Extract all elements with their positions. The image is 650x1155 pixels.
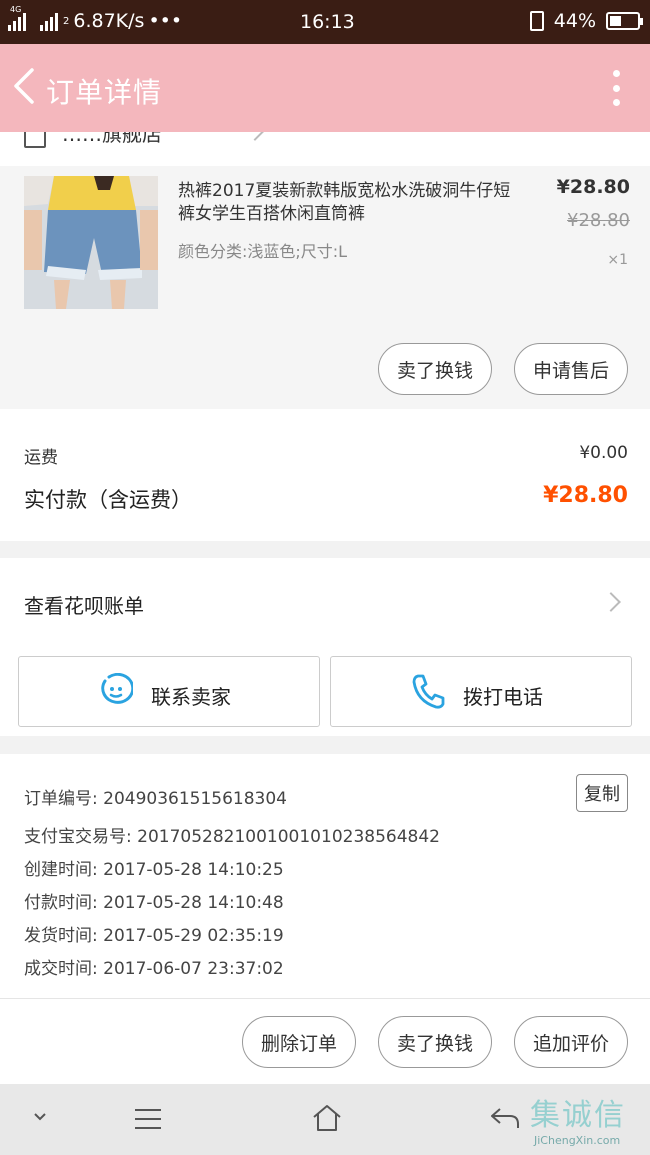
vibrate-icon	[529, 11, 544, 31]
shipping-label: 运费	[24, 448, 58, 468]
shop-row[interactable]: ……旗舰店	[0, 132, 650, 166]
watermark-url: JiChengXin.com	[534, 1134, 621, 1147]
sim-indicator: 2	[63, 15, 70, 27]
chevron-right-icon	[601, 592, 621, 612]
clock: 16:13	[300, 11, 355, 33]
copy-button[interactable]: 复制	[576, 774, 628, 812]
product-price: ¥28.80	[556, 176, 630, 198]
menu-icon[interactable]	[132, 1106, 164, 1132]
page-title: 订单详情	[46, 76, 163, 109]
call-button[interactable]: 拨打电话	[330, 656, 632, 727]
product-title: 热裤2017夏装新款韩版宽松水洗破洞牛仔短裤女学生百搭休闲直筒裤	[178, 181, 511, 224]
completed-time: 成交时间: 2017-06-07 23:37:02	[24, 959, 284, 979]
shipping-value: ¥0.00	[579, 443, 628, 463]
shop-name: ……旗舰店	[62, 132, 162, 146]
fee-section: 运费 ¥0.00 实付款（含运费） ¥28.80	[0, 409, 650, 541]
resell-button-bottom[interactable]: 卖了换钱	[378, 1016, 492, 1068]
order-number: 订单编号: 20490361515618304	[24, 789, 288, 809]
signal-icon: 4G	[8, 5, 26, 31]
created-time: 创建时间: 2017-05-28 14:10:25	[24, 860, 284, 880]
status-right: 44%	[529, 10, 643, 32]
order-info: 订单编号: 20490361515618304 支付宝交易号: 20170528…	[0, 754, 650, 998]
battery-percent: 44%	[553, 10, 596, 32]
bottom-actions: 删除订单 卖了换钱 追加评价	[0, 998, 650, 1084]
watermark-logo: 集诚信 JiChengXin.com	[530, 1090, 646, 1150]
chevron-down-icon[interactable]	[30, 1110, 50, 1124]
watermark-text: 集诚信	[530, 1098, 626, 1133]
battery-icon	[606, 12, 643, 30]
more-icon[interactable]	[612, 70, 620, 106]
paid-time: 付款时间: 2017-05-28 14:10:48	[24, 893, 284, 913]
chevron-right-icon	[245, 132, 265, 141]
product-sku: 颜色分类:浅蓝色;尺寸:L	[178, 242, 348, 261]
status-dots: •••	[148, 10, 183, 32]
view-bill-label: 查看花呗账单	[24, 594, 144, 618]
view-bill-row[interactable]: 查看花呗账单	[0, 558, 650, 646]
after-sale-button[interactable]: 申请售后	[514, 343, 628, 395]
paid-label: 实付款（含运费）	[24, 488, 192, 512]
paid-value: ¥28.80	[543, 483, 628, 508]
product-image	[24, 176, 158, 309]
shipped-time: 发货时间: 2017-05-29 02:35:19	[24, 926, 284, 946]
signal-icon-2	[40, 11, 58, 31]
return-icon[interactable]	[488, 1104, 522, 1132]
system-nav: 集诚信 JiChengXin.com	[0, 1084, 650, 1155]
home-icon[interactable]	[311, 1102, 343, 1134]
status-bar: 4G 2 6.87K/s ••• 16:13 44%	[0, 0, 650, 44]
chat-icon	[101, 673, 133, 704]
call-label: 拨打电话	[463, 685, 543, 709]
shop-icon	[24, 132, 46, 148]
resell-button[interactable]: 卖了换钱	[378, 343, 492, 395]
delete-order-button[interactable]: 删除订单	[242, 1016, 356, 1068]
contact-seller-button[interactable]: 联系卖家	[18, 656, 320, 727]
contact-seller-label: 联系卖家	[151, 685, 231, 709]
network-type: 4G	[10, 5, 22, 14]
product-original-price: ¥28.80	[567, 210, 630, 231]
nav-header: 订单详情	[0, 44, 650, 132]
product-item[interactable]: 热裤2017夏装新款韩版宽松水洗破洞牛仔短裤女学生百搭休闲直筒裤 颜色分类:浅蓝…	[0, 166, 650, 409]
product-quantity: ×1	[607, 252, 628, 268]
phone-icon	[412, 674, 445, 709]
network-speed: 6.87K/s	[73, 10, 145, 32]
status-left: 4G 2 6.87K/s •••	[8, 5, 183, 32]
add-review-button[interactable]: 追加评价	[514, 1016, 628, 1068]
alipay-trade-number: 支付宝交易号: 2017052821001001010238564842	[24, 827, 440, 847]
back-icon[interactable]	[10, 66, 40, 106]
contact-section: 联系卖家 拨打电话	[0, 646, 650, 736]
